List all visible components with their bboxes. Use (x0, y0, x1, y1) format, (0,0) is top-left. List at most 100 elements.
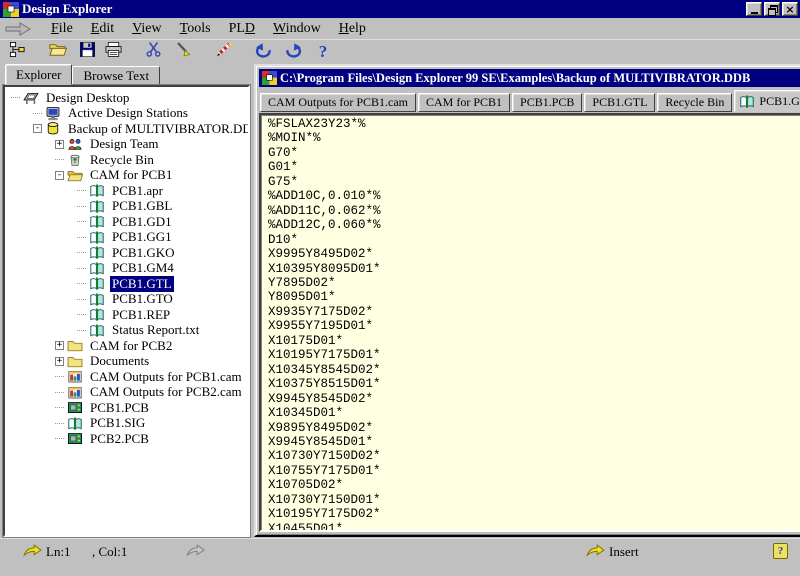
tree-item-label: CAM for PCB1 (88, 167, 174, 183)
tree-item-label: PCB1.GKO (110, 245, 177, 261)
tree-item-cam-outputs-for-pcb2-cam[interactable]: CAM Outputs for PCB2.cam (5, 385, 248, 401)
text-doc-icon (89, 261, 106, 276)
tree-item-design-team[interactable]: + Design Team (5, 137, 248, 153)
close-button[interactable]: × (782, 2, 798, 16)
undo-button[interactable] (250, 41, 276, 63)
tree-item-label: PCB1.PCB (88, 400, 151, 416)
tree-connector (55, 159, 64, 160)
tree-item-pcb1-gm4[interactable]: PCB1.GM4 (5, 261, 248, 277)
menu-view[interactable]: View (123, 20, 171, 38)
explorer-toggle-button[interactable] (4, 41, 30, 63)
tree-connector (77, 299, 86, 300)
wizard-button[interactable] (210, 41, 236, 63)
menu-edit[interactable]: Edit (82, 20, 123, 38)
tree-item-pcb1-gto[interactable]: PCB1.GTO (5, 292, 248, 308)
document-tab-label: PCB1.PCB (520, 95, 574, 110)
insert-arrow-icon (585, 544, 605, 561)
menu-window[interactable]: Window (264, 20, 330, 38)
insert-mode-indicator: Insert (609, 544, 639, 560)
tree-item-pcb1-apr[interactable]: PCB1.apr (5, 183, 248, 199)
menu-file[interactable]: File (42, 20, 82, 38)
text-doc-icon (67, 416, 84, 431)
app-logo-icon (3, 2, 19, 17)
window-title: Design Explorer (22, 1, 746, 17)
tree-item-pcb1-gtl[interactable]: PCB1.GTL (5, 276, 248, 292)
cut-button[interactable] (140, 41, 166, 63)
document-tab-cam-outputs-for-pcb1-cam[interactable]: CAM Outputs for PCB1.cam (260, 93, 416, 112)
menu-tools[interactable]: Tools (171, 20, 220, 38)
document-tab-pcb1-pcb[interactable]: PCB1.PCB (512, 93, 582, 112)
tree-item-pcb1-rep[interactable]: PCB1.REP (5, 307, 248, 323)
status-help-icon[interactable]: ? (773, 543, 788, 559)
tree-item-backup-of-multivibrator-ddb[interactable]: -Backup of MULTIVIBRATOR.DDB (5, 121, 248, 137)
document-tab-pcb1-gtl[interactable]: PCB1.GTL (584, 93, 655, 112)
tree-item-documents[interactable]: + Documents (5, 354, 248, 370)
tree-item-pcb1-pcb[interactable]: PCB1.PCB (5, 400, 248, 416)
document-tab-cam-for-pcb1[interactable]: CAM for PCB1 (418, 93, 510, 112)
line-indicator: Ln:1 (46, 544, 71, 560)
gerber-text-content[interactable]: %FSLAX23Y23*% %MOIN*% G70* G01* G75* %AD… (261, 115, 800, 530)
tree-connector (77, 221, 86, 222)
menu-grip-arrow-icon[interactable] (4, 22, 34, 36)
tree-item-label: PCB1.GD1 (110, 214, 174, 230)
tree-item-label: PCB1.GG1 (110, 229, 174, 245)
sidebar-tab-explorer[interactable]: Explorer (5, 64, 72, 85)
workstation-icon (45, 106, 62, 121)
tree-item-cam-for-pcb2[interactable]: + CAM for PCB2 (5, 338, 248, 354)
expand-expander[interactable]: + (55, 357, 64, 366)
desktop-icon (23, 90, 40, 105)
text-doc-icon (89, 230, 106, 245)
folder-open-icon (67, 168, 84, 183)
pcb-doc-icon (67, 400, 84, 415)
expand-expander[interactable]: + (55, 341, 64, 350)
collapse-expander[interactable]: - (33, 124, 42, 133)
folder-closed-icon (67, 354, 84, 369)
tree-item-pcb2-pcb[interactable]: PCB2.PCB (5, 431, 248, 447)
redo-button[interactable] (280, 41, 306, 63)
tree-item-label: Design Team (88, 136, 161, 152)
sidebar-tab-browse-text[interactable]: Browse Text (72, 66, 160, 85)
collapse-expander[interactable]: - (55, 171, 64, 180)
tree-item-cam-outputs-for-pcb1-cam[interactable]: CAM Outputs for PCB1.cam (5, 369, 248, 385)
help-button[interactable]: ? (310, 41, 336, 63)
document-tab-recycle-bin[interactable]: Recycle Bin (657, 93, 732, 112)
scissors-icon (144, 41, 163, 63)
tree-item-recycle-bin[interactable]: Recycle Bin (5, 152, 248, 168)
tree-item-label: Status Report.txt (110, 322, 201, 338)
tree-item-pcb1-gko[interactable]: PCB1.GKO (5, 245, 248, 261)
document-tab-pcb1-gtl-active[interactable]: PCB1.GTL (734, 90, 800, 112)
tree-item-label: PCB1.SIG (88, 415, 147, 431)
cam-doc-icon (67, 369, 84, 384)
tree-item-status-report-txt[interactable]: Status Report.txt (5, 323, 248, 339)
expand-expander[interactable]: + (55, 140, 64, 149)
print-button[interactable] (100, 41, 126, 63)
text-doc-icon (89, 276, 106, 291)
magic-pen-icon (214, 41, 233, 63)
minimize-button[interactable] (746, 2, 762, 16)
save-button[interactable] (74, 41, 100, 63)
text-doc-icon (89, 307, 106, 322)
paste-button[interactable] (170, 41, 196, 63)
tree-item-label: Documents (88, 353, 151, 369)
tree-item-label: CAM for PCB2 (88, 338, 174, 354)
tree-connector (77, 330, 86, 331)
tree-item-pcb1-gd1[interactable]: PCB1.GD1 (5, 214, 248, 230)
text-doc-icon (89, 245, 106, 260)
tree-connector (11, 97, 20, 98)
open-button[interactable] (44, 41, 70, 63)
cam-doc-icon (67, 385, 84, 400)
menu-pld[interactable]: PLD (220, 20, 264, 38)
design-tree[interactable]: Design DesktopActive Design Stations-Bac… (3, 85, 250, 537)
tree-item-design-desktop[interactable]: Design Desktop (5, 90, 248, 106)
tree-item-label: PCB1.GTL (110, 276, 174, 292)
text-doc-icon (89, 199, 106, 214)
tree-item-active-design-stations[interactable]: Active Design Stations (5, 106, 248, 122)
tree-item-pcb1-gg1[interactable]: PCB1.GG1 (5, 230, 248, 246)
tree-connector (77, 190, 86, 191)
restore-button[interactable] (764, 2, 780, 16)
tree-item-cam-for-pcb1[interactable]: - CAM for PCB1 (5, 168, 248, 184)
menu-help[interactable]: Help (330, 20, 375, 38)
document-icon (262, 71, 277, 85)
tree-item-pcb1-gbl[interactable]: PCB1.GBL (5, 199, 248, 215)
tree-item-pcb1-sig[interactable]: PCB1.SIG (5, 416, 248, 432)
